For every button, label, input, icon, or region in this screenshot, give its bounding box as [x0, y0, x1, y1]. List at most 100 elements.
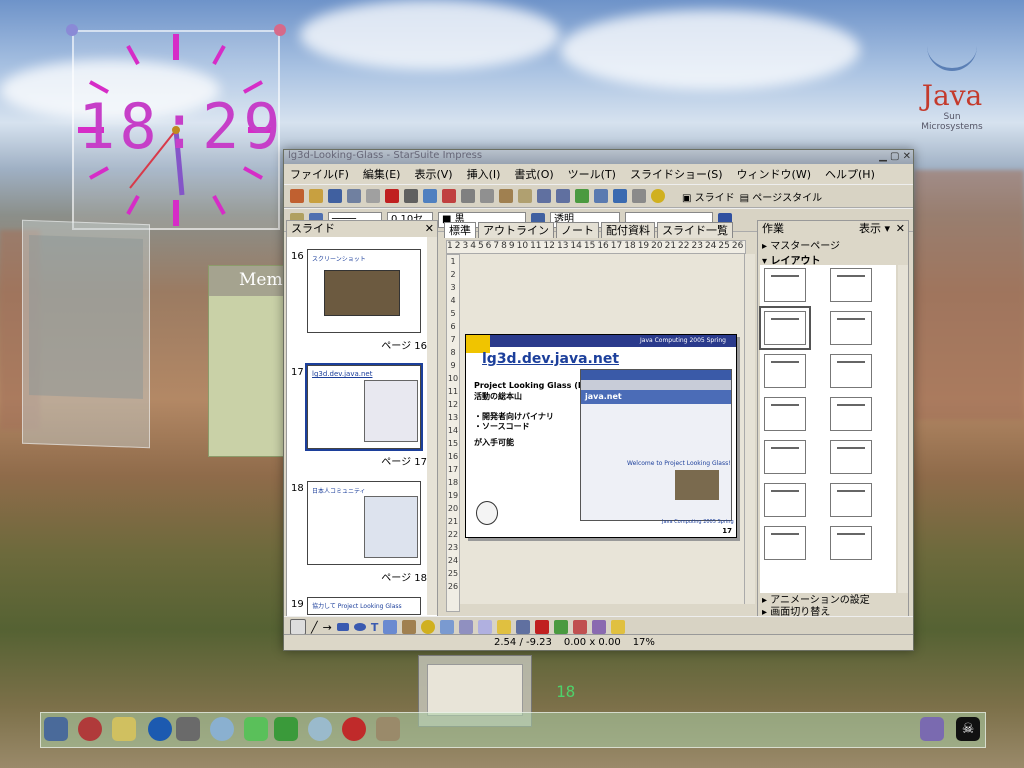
folder-icon[interactable] [112, 717, 136, 741]
menu-window[interactable]: ウィンドウ(W) [737, 166, 811, 182]
clock-widget[interactable]: 18:29 [66, 24, 286, 230]
menu-edit[interactable]: 編集(E) [363, 166, 401, 182]
autospell-icon[interactable] [442, 189, 456, 203]
copy-icon[interactable] [480, 189, 494, 203]
save-icon[interactable] [328, 189, 342, 203]
messages-icon[interactable] [244, 717, 268, 741]
rotate-icon[interactable] [573, 620, 588, 634]
menu-tools[interactable]: ツール(T) [568, 166, 616, 182]
ellipse-tool-icon[interactable] [353, 623, 366, 631]
spellcheck-icon[interactable] [423, 189, 437, 203]
section-master-pages[interactable]: ▸ マスターページ [758, 237, 908, 252]
film-icon[interactable] [376, 717, 400, 741]
computer-icon[interactable] [44, 717, 68, 741]
impress-window[interactable]: lg3d-Looking-Glass - StarSuite Impress ▁… [283, 149, 914, 651]
slides-scrollbar[interactable] [427, 237, 437, 615]
vertical-ruler[interactable]: 1 2 3 4 5 6 7 8 9 10 11 12 13 14 15 16 17 18 19 20 21 22 23 24 2… [446, 254, 460, 612]
horizontal-ruler[interactable]: 1 2 3 4 5 6 7 8 9 10 11 12 13 14 15 16 17 18 19 20 21 22 23 24 2… [446, 240, 746, 254]
mini-clock[interactable]: 18 [556, 682, 586, 702]
open-icon[interactable] [309, 189, 323, 203]
layout-option[interactable] [764, 354, 806, 388]
tab-notes[interactable]: ノート [556, 222, 599, 238]
globe-icon[interactable] [148, 717, 172, 741]
slide-thumbnail-18[interactable]: 日本人コミュニティ [307, 481, 421, 565]
stars-icon[interactable] [497, 620, 512, 634]
format-paintbrush-icon[interactable] [518, 189, 532, 203]
layout-option[interactable] [830, 268, 872, 302]
chart-icon[interactable] [575, 189, 589, 203]
email-icon[interactable] [347, 189, 361, 203]
eye-icon[interactable] [308, 717, 332, 741]
text-tool-icon[interactable]: T [371, 621, 379, 634]
layout-option[interactable] [764, 526, 806, 560]
layout-option[interactable] [764, 440, 806, 474]
status-zoom[interactable]: 17% [633, 637, 655, 648]
tab-handouts[interactable]: 配付資料 [601, 222, 655, 238]
fontwork-icon[interactable] [535, 620, 550, 634]
slide-thumbnail-16[interactable]: スクリーンショット [307, 249, 421, 333]
layout-option[interactable] [764, 268, 806, 302]
undo-icon[interactable] [537, 189, 551, 203]
rectangle-tool-icon[interactable] [336, 623, 349, 631]
window-titlebar[interactable]: lg3d-Looking-Glass - StarSuite Impress ▁… [284, 150, 913, 164]
menu-help[interactable]: ヘルプ(H) [825, 166, 875, 182]
new-icon[interactable] [290, 189, 304, 203]
layout-option[interactable] [830, 526, 872, 560]
zoom-icon[interactable] [632, 189, 646, 203]
paste-icon[interactable] [499, 189, 513, 203]
gnu-icon[interactable] [176, 717, 200, 741]
redo-icon[interactable] [556, 189, 570, 203]
tasks-scrollbar[interactable] [898, 265, 908, 593]
curve-tool-icon[interactable] [383, 620, 398, 634]
table-icon[interactable] [594, 189, 608, 203]
memo-window[interactable]: Memo [208, 265, 293, 457]
tools-icon[interactable] [920, 717, 944, 741]
slide-button[interactable]: ▣ スライド [682, 189, 735, 204]
tab-slide-sorter[interactable]: スライド一覧 [657, 222, 733, 238]
layout-option[interactable] [759, 306, 811, 350]
paint-icon[interactable] [342, 717, 366, 741]
print-icon[interactable] [404, 189, 418, 203]
window-controls[interactable]: ▁ ▢ ✕ [879, 151, 911, 162]
menu-format[interactable]: 書式(O) [514, 166, 553, 182]
menu-file[interactable]: ファイル(F) [290, 166, 349, 182]
layout-option[interactable] [830, 483, 872, 517]
layout-option[interactable] [764, 483, 806, 517]
cd-icon[interactable] [78, 717, 102, 741]
canvas-scrollbar[interactable] [744, 254, 755, 604]
help-icon[interactable] [651, 189, 665, 203]
close-icon[interactable]: ✕ [425, 221, 434, 237]
clock-app-icon[interactable] [210, 717, 234, 741]
slide-thumbnail-19[interactable]: 協力して Project Looking Glass [307, 597, 421, 615]
connector-tool-icon[interactable] [402, 620, 417, 634]
arrange-icon[interactable] [611, 620, 626, 634]
layout-option[interactable] [830, 397, 872, 431]
background-window[interactable] [22, 219, 150, 449]
menu-insert[interactable]: 挿入(I) [467, 166, 501, 182]
layout-option[interactable] [830, 311, 872, 345]
line-tool-icon[interactable]: ╱ [311, 621, 318, 634]
block-arrows-icon[interactable] [440, 620, 455, 634]
tab-outline[interactable]: アウトライン [478, 222, 554, 238]
cut-icon[interactable] [461, 189, 475, 203]
cubes-icon[interactable] [274, 717, 298, 741]
layout-option[interactable] [764, 397, 806, 431]
slide-thumbnail-17[interactable]: lg3d.dev.java.net [305, 363, 423, 451]
smiley-shapes-icon[interactable] [421, 620, 436, 634]
select-icon[interactable] [290, 619, 306, 635]
callouts-icon[interactable] [478, 620, 493, 634]
image-icon[interactable] [554, 620, 569, 634]
skull-icon[interactable]: ☠ [956, 717, 980, 741]
align-icon[interactable] [592, 620, 607, 634]
arrow-tool-icon[interactable]: → [323, 621, 332, 634]
pdf-export-icon[interactable] [385, 189, 399, 203]
menu-view[interactable]: 表示(V) [414, 166, 452, 182]
points-icon[interactable] [516, 620, 531, 634]
navigator-icon[interactable] [613, 189, 627, 203]
current-slide[interactable]: Java Computing 2005 Spring lg3d.dev.java… [465, 334, 737, 538]
menu-slideshow[interactable]: スライドショー(S) [630, 166, 723, 182]
edit-file-icon[interactable] [366, 189, 380, 203]
flowchart-icon[interactable] [459, 620, 474, 634]
tasks-view-menu[interactable]: 表示 ▾ [859, 221, 890, 237]
layout-option[interactable] [830, 440, 872, 474]
